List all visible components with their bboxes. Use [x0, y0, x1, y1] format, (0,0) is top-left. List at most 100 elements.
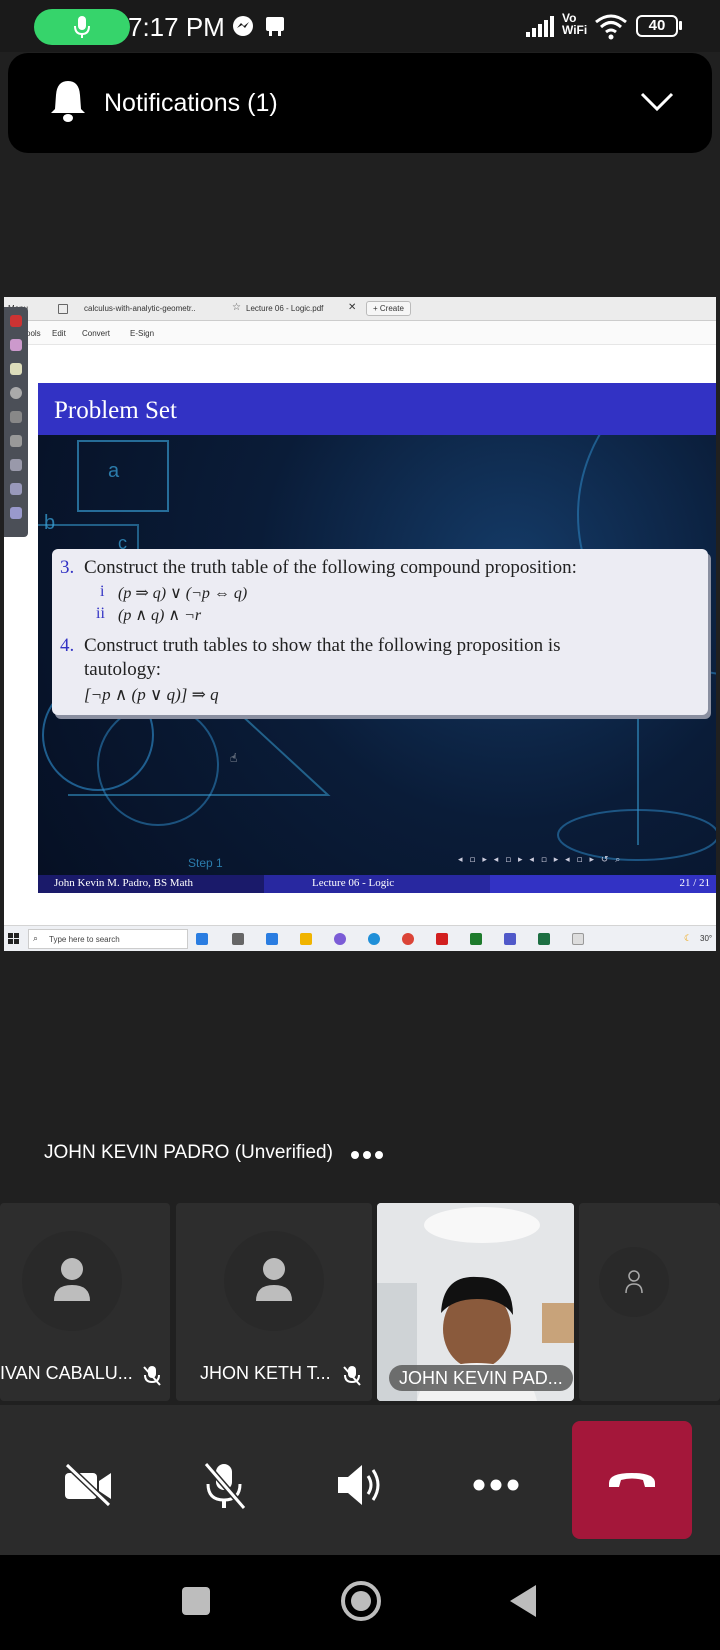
camera-off-icon: [64, 1463, 112, 1507]
chevron-down-icon[interactable]: [640, 91, 674, 113]
call-controls: [0, 1405, 720, 1555]
speaker-name: JOHN KEVIN PADRO (Unverified): [44, 1142, 333, 1163]
mic-off-icon: [203, 1462, 247, 1510]
vowifi-label: Vo WiFi: [562, 11, 588, 37]
mic-muted-icon: [143, 1366, 161, 1386]
app-icon-1[interactable]: [196, 933, 208, 945]
menu-esign[interactable]: E-Sign: [130, 329, 154, 338]
cursor-hand-icon: ☝: [230, 751, 238, 765]
menu-edit[interactable]: Edit: [52, 329, 66, 338]
q3-text: Construct the truth table of the followi…: [84, 557, 577, 578]
eraser-icon[interactable]: [10, 339, 22, 351]
q3-ii-formula: (p ∧ q) ∧ ¬r: [118, 607, 202, 624]
chrome-icon[interactable]: [402, 933, 414, 945]
search-icon: ⌕: [33, 933, 39, 943]
footer-author: John Kevin M. Padro, BS Math: [54, 877, 194, 889]
camera-off-button[interactable]: [58, 1455, 118, 1515]
participant-name: JOHN KEVIN PAD...: [389, 1365, 573, 1391]
temperature: 30°: [700, 934, 713, 943]
participant-tile-overflow[interactable]: [579, 1203, 720, 1401]
acrobat-icon[interactable]: [436, 933, 448, 945]
weather-icon: ☾: [684, 933, 693, 943]
clear-icon[interactable]: [10, 507, 22, 519]
participant-strip: IVAN CABALU... JHON KETH T... JOHN KEVIN…: [0, 1203, 720, 1401]
app-icon-2[interactable]: [334, 933, 346, 945]
footer-page: 21 / 21: [679, 877, 710, 889]
pdf-menu-bar: Tools Edit Convert E-Sign: [4, 321, 716, 345]
signal-icon: [526, 16, 554, 37]
android-nav-bar: [0, 1555, 720, 1650]
line-icon[interactable]: [10, 411, 22, 423]
bg-letter-a: a: [108, 460, 120, 482]
chat-icon[interactable]: [572, 933, 584, 945]
q3-i-formula: (p ⇒ q) ∨ (¬p ⇔ q): [118, 585, 248, 602]
participant-video-tile[interactable]: JOHN KEVIN PAD...: [377, 1203, 574, 1401]
back-icon[interactable]: [508, 1583, 538, 1619]
participant-name: JHON KETH T...: [200, 1363, 331, 1383]
windows-start-icon[interactable]: [8, 933, 20, 945]
microphone-icon: [74, 16, 90, 38]
problem-box: 3. Construct the truth table of the foll…: [52, 549, 708, 715]
menu-convert[interactable]: Convert: [82, 329, 110, 338]
file-explorer-icon[interactable]: [300, 933, 312, 945]
teams-icon[interactable]: [504, 933, 516, 945]
search-placeholder: Type here to search: [49, 935, 120, 944]
avatar: [224, 1231, 324, 1331]
tab-calculus[interactable]: calculus-with-analytic-geometr..: [84, 304, 218, 313]
annotation-toolbar: [4, 307, 28, 537]
star-icon: ☆: [232, 302, 241, 313]
recent-apps-icon[interactable]: [182, 1587, 210, 1615]
mic-active-indicator[interactable]: [34, 9, 130, 45]
task-view-icon[interactable]: [232, 933, 244, 945]
taskbar-search[interactable]: ⌕ Type here to search: [28, 929, 188, 949]
status-bar: 7:17 PM Vo WiFi 40: [0, 0, 720, 52]
footer-lecture: Lecture 06 - Logic: [312, 877, 395, 889]
wifi-icon: [595, 14, 627, 40]
end-call-button[interactable]: [572, 1421, 692, 1539]
notification-banner[interactable]: Notifications (1): [8, 53, 712, 153]
speaker-button[interactable]: [330, 1455, 390, 1515]
avatar: [599, 1247, 669, 1317]
battery-indicator: 40: [636, 15, 678, 37]
q3-number: 3.: [60, 557, 75, 578]
bg-step-label: Step 1: [188, 856, 223, 870]
more-options-icon[interactable]: [350, 1150, 384, 1160]
store-icon[interactable]: [266, 933, 278, 945]
person-outline-icon: [625, 1270, 643, 1294]
participant-tile[interactable]: JHON KETH T...: [176, 1203, 372, 1401]
active-speaker-row: JOHN KEVIN PADRO (Unverified): [0, 1128, 720, 1180]
bell-icon: [51, 81, 85, 122]
home-icon[interactable]: [58, 304, 68, 314]
participant-tile[interactable]: IVAN CABALU...: [0, 1203, 170, 1401]
slide-header: Problem Set: [38, 383, 716, 435]
undo-icon[interactable]: [10, 483, 22, 495]
edge-icon[interactable]: [368, 933, 380, 945]
windows-taskbar: ⌕ Type here to search ☾ 30°: [4, 925, 716, 951]
teams-notification-icon: [266, 17, 284, 36]
tab-lecture-06[interactable]: Lecture 06 - Logic.pdf: [246, 304, 323, 313]
more-horizontal-icon: [473, 1479, 519, 1491]
q4-text-continued: tautology:: [84, 659, 162, 680]
q3-ii-label: ii: [96, 605, 105, 622]
beamer-nav-icons[interactable]: ◂ ▫ ▸ ◂ ▫ ▸ ◂ ▫ ▸ ◂ ▫ ▸ ↺ ⌕: [458, 855, 622, 865]
pdf-slide: Problem Set a b c Step 1 ◂ ▫ ▸ ◂ ▫ ▸ ◂ ▫…: [38, 383, 716, 893]
text-icon[interactable]: [10, 459, 22, 471]
pointer-icon[interactable]: [10, 387, 22, 399]
create-button[interactable]: + Create: [366, 301, 411, 316]
pen-red-icon[interactable]: [10, 315, 22, 327]
mute-button[interactable]: [194, 1455, 254, 1515]
slide-footer: John Kevin M. Padro, BS Math Lecture 06 …: [38, 875, 716, 893]
highlighter-icon[interactable]: [10, 363, 22, 375]
app-icon-3[interactable]: [470, 933, 482, 945]
close-tab-icon[interactable]: ✕: [348, 302, 356, 313]
shape-icon[interactable]: [10, 435, 22, 447]
messenger-icon: [233, 16, 253, 36]
hang-up-icon: [609, 1473, 655, 1487]
more-button[interactable]: [466, 1455, 526, 1515]
battery-tip: [679, 21, 682, 30]
mic-muted-icon: [343, 1366, 361, 1386]
excel-icon[interactable]: [538, 933, 550, 945]
clock: 7:17 PM: [128, 12, 225, 42]
bg-letter-b: b: [44, 512, 55, 534]
home-button-icon[interactable]: [340, 1580, 382, 1622]
